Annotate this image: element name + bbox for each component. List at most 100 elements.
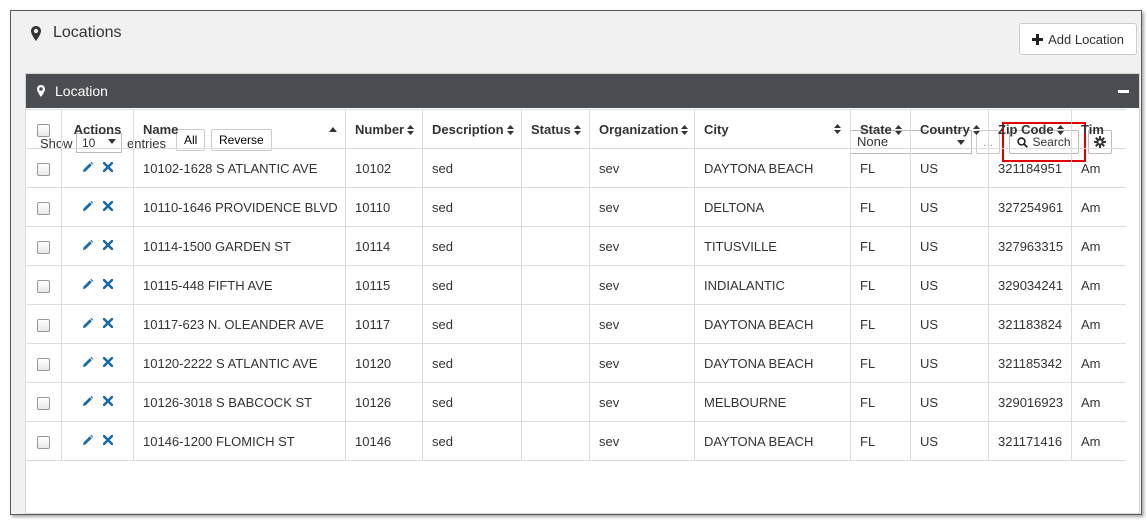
row-checkbox[interactable] [37, 162, 50, 176]
cell-country: US [910, 187, 989, 227]
cell-description: sed [422, 343, 522, 383]
row-actions [61, 265, 134, 305]
sort-icon [506, 125, 514, 136]
row-checkbox-cell[interactable] [25, 304, 62, 344]
x-icon[interactable] [103, 318, 113, 328]
sort-icon [681, 125, 689, 136]
panel-title: Location [55, 83, 108, 99]
cell-organization: sev [589, 187, 695, 227]
cell-status [521, 421, 590, 461]
row-checkbox-cell[interactable] [25, 265, 62, 305]
row-checkbox-cell[interactable] [25, 382, 62, 422]
row-actions [61, 343, 134, 383]
pencil-icon[interactable] [82, 395, 93, 407]
row-checkbox[interactable] [37, 357, 50, 371]
add-location-label: Add Location [1048, 31, 1124, 47]
column-header-timezone[interactable]: Tim [1071, 109, 1126, 149]
row-checkbox[interactable] [37, 201, 50, 215]
cell-name: 10146-1200 FLOMICH ST [133, 421, 346, 461]
select-all-checkbox[interactable] [37, 123, 50, 137]
pencil-icon[interactable] [82, 239, 93, 251]
cell-name: 10115-448 FIFTH AVE [133, 265, 346, 305]
cell-number: 10115 [345, 265, 423, 305]
row-checkbox-cell[interactable] [25, 421, 62, 461]
cell-country: US [910, 343, 989, 383]
row-checkbox-cell[interactable] [25, 343, 62, 383]
x-icon[interactable] [103, 279, 113, 289]
column-header-description[interactable]: Description [422, 109, 522, 149]
cell-timezone: Am [1071, 148, 1126, 188]
pencil-icon[interactable] [82, 317, 93, 329]
x-icon[interactable] [103, 357, 113, 367]
cell-state: FL [850, 382, 911, 422]
table-row[interactable]: 10114-1500 GARDEN ST 10114 sed sev TITUSVILL… [25, 226, 1126, 266]
row-checkbox[interactable] [37, 279, 50, 293]
x-icon[interactable] [103, 240, 113, 250]
row-checkbox-cell[interactable] [25, 187, 62, 227]
row-checkbox-cell[interactable] [25, 226, 62, 266]
sort-icon [407, 125, 415, 136]
map-marker-icon [31, 25, 41, 41]
cell-name: 10114-1500 GARDEN ST [133, 226, 346, 266]
column-header-description-label: Description [432, 121, 504, 137]
cell-description: sed [422, 226, 522, 266]
cell-status [521, 226, 590, 266]
column-header-status[interactable]: Status [521, 109, 590, 149]
column-header-zip-code[interactable]: Zip Code [988, 109, 1072, 149]
column-header-number-label: Number [355, 121, 405, 137]
select-all-checkbox-cell[interactable] [25, 109, 62, 149]
column-header-number[interactable]: Number [345, 109, 423, 149]
row-checkbox[interactable] [37, 318, 50, 332]
cell-organization: sev [589, 148, 695, 188]
cell-city: DAYTONA BEACH [694, 343, 851, 383]
column-header-organization[interactable]: Organization [589, 109, 695, 149]
minus-icon[interactable] [1118, 90, 1129, 93]
cell-state: FL [850, 421, 911, 461]
column-header-country[interactable]: Country [910, 109, 989, 149]
sort-icon [834, 124, 841, 134]
cell-timezone: Am [1071, 343, 1126, 383]
page-title-text: Locations [53, 24, 122, 41]
table-row[interactable]: 10146-1200 FLOMICH ST 10146 sed sev DAYTONA … [25, 421, 1126, 461]
column-header-state[interactable]: State [850, 109, 911, 149]
cell-name: 10126-3018 S BABCOCK ST [133, 382, 346, 422]
cell-state: FL [850, 187, 911, 227]
page-title: Locations [31, 24, 122, 42]
cell-city: DAYTONA BEACH [694, 304, 851, 344]
row-checkbox[interactable] [37, 240, 50, 254]
pencil-icon[interactable] [82, 161, 93, 173]
row-checkbox[interactable] [37, 435, 50, 449]
table-row[interactable]: 10115-448 FIFTH AVE 10115 sed sev INDIALANTI… [25, 265, 1126, 305]
sort-icon [972, 125, 980, 136]
table-row[interactable]: 10110-1646 PROVIDENCE BLVD 10110 sed sev DEL… [25, 187, 1126, 227]
pencil-icon[interactable] [82, 356, 93, 368]
locations-table: Actions Name Number Description Status O… [25, 109, 1126, 461]
pencil-icon[interactable] [82, 278, 93, 290]
pencil-icon[interactable] [82, 434, 93, 446]
add-location-button[interactable]: Add Location [1019, 23, 1137, 55]
cell-country: US [910, 304, 989, 344]
cell-zip-code: 329016923 [988, 382, 1072, 422]
table-row[interactable]: 10120-2222 S ATLANTIC AVE 10120 sed sev DAYT… [25, 343, 1126, 383]
table-row[interactable]: 10126-3018 S BABCOCK ST 10126 sed sev MELBOU… [25, 382, 1126, 422]
cell-description: sed [422, 187, 522, 227]
x-icon[interactable] [103, 435, 113, 445]
cell-organization: sev [589, 304, 695, 344]
pencil-icon[interactable] [82, 200, 93, 212]
cell-city: MELBOURNE [694, 382, 851, 422]
cell-description: sed [422, 382, 522, 422]
x-icon[interactable] [103, 201, 113, 211]
cell-status [521, 187, 590, 227]
column-header-city[interactable]: City [694, 109, 851, 149]
column-header-organization-label: Organization [599, 121, 679, 137]
table-row[interactable]: 10102-1628 S ATLANTIC AVE 10102 sed sev DAYT… [25, 148, 1126, 188]
x-icon[interactable] [103, 162, 113, 172]
cell-number: 10120 [345, 343, 423, 383]
row-checkbox[interactable] [37, 396, 50, 410]
column-header-name[interactable]: Name [133, 109, 346, 149]
table-row[interactable]: 10117-623 N. OLEANDER AVE 10117 sed sev DAYT… [25, 304, 1126, 344]
cell-state: FL [850, 343, 911, 383]
cell-name: 10117-623 N. OLEANDER AVE [133, 304, 346, 344]
row-checkbox-cell[interactable] [25, 148, 62, 188]
x-icon[interactable] [103, 396, 113, 406]
